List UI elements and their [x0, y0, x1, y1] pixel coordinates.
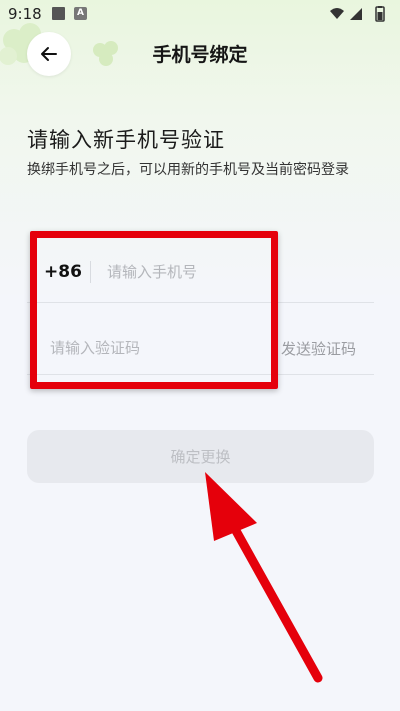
section-subtitle: 换绑手机号之后，可以用新的手机号及当前密码登录 — [27, 162, 349, 178]
battery-icon — [375, 6, 385, 22]
section-heading: 请输入新手机号验证 — [27, 128, 225, 152]
wifi-icon — [330, 8, 344, 19]
signal-icon — [350, 8, 362, 20]
page-title: 手机号绑定 — [152, 44, 248, 66]
notification-badge-icon: A — [74, 7, 87, 20]
annotation-highlight-box — [30, 231, 278, 389]
confirm-change-button[interactable]: 确定更换 — [27, 430, 374, 483]
status-icons — [328, 6, 390, 22]
send-code-button[interactable]: 发送验证码 — [281, 338, 356, 359]
